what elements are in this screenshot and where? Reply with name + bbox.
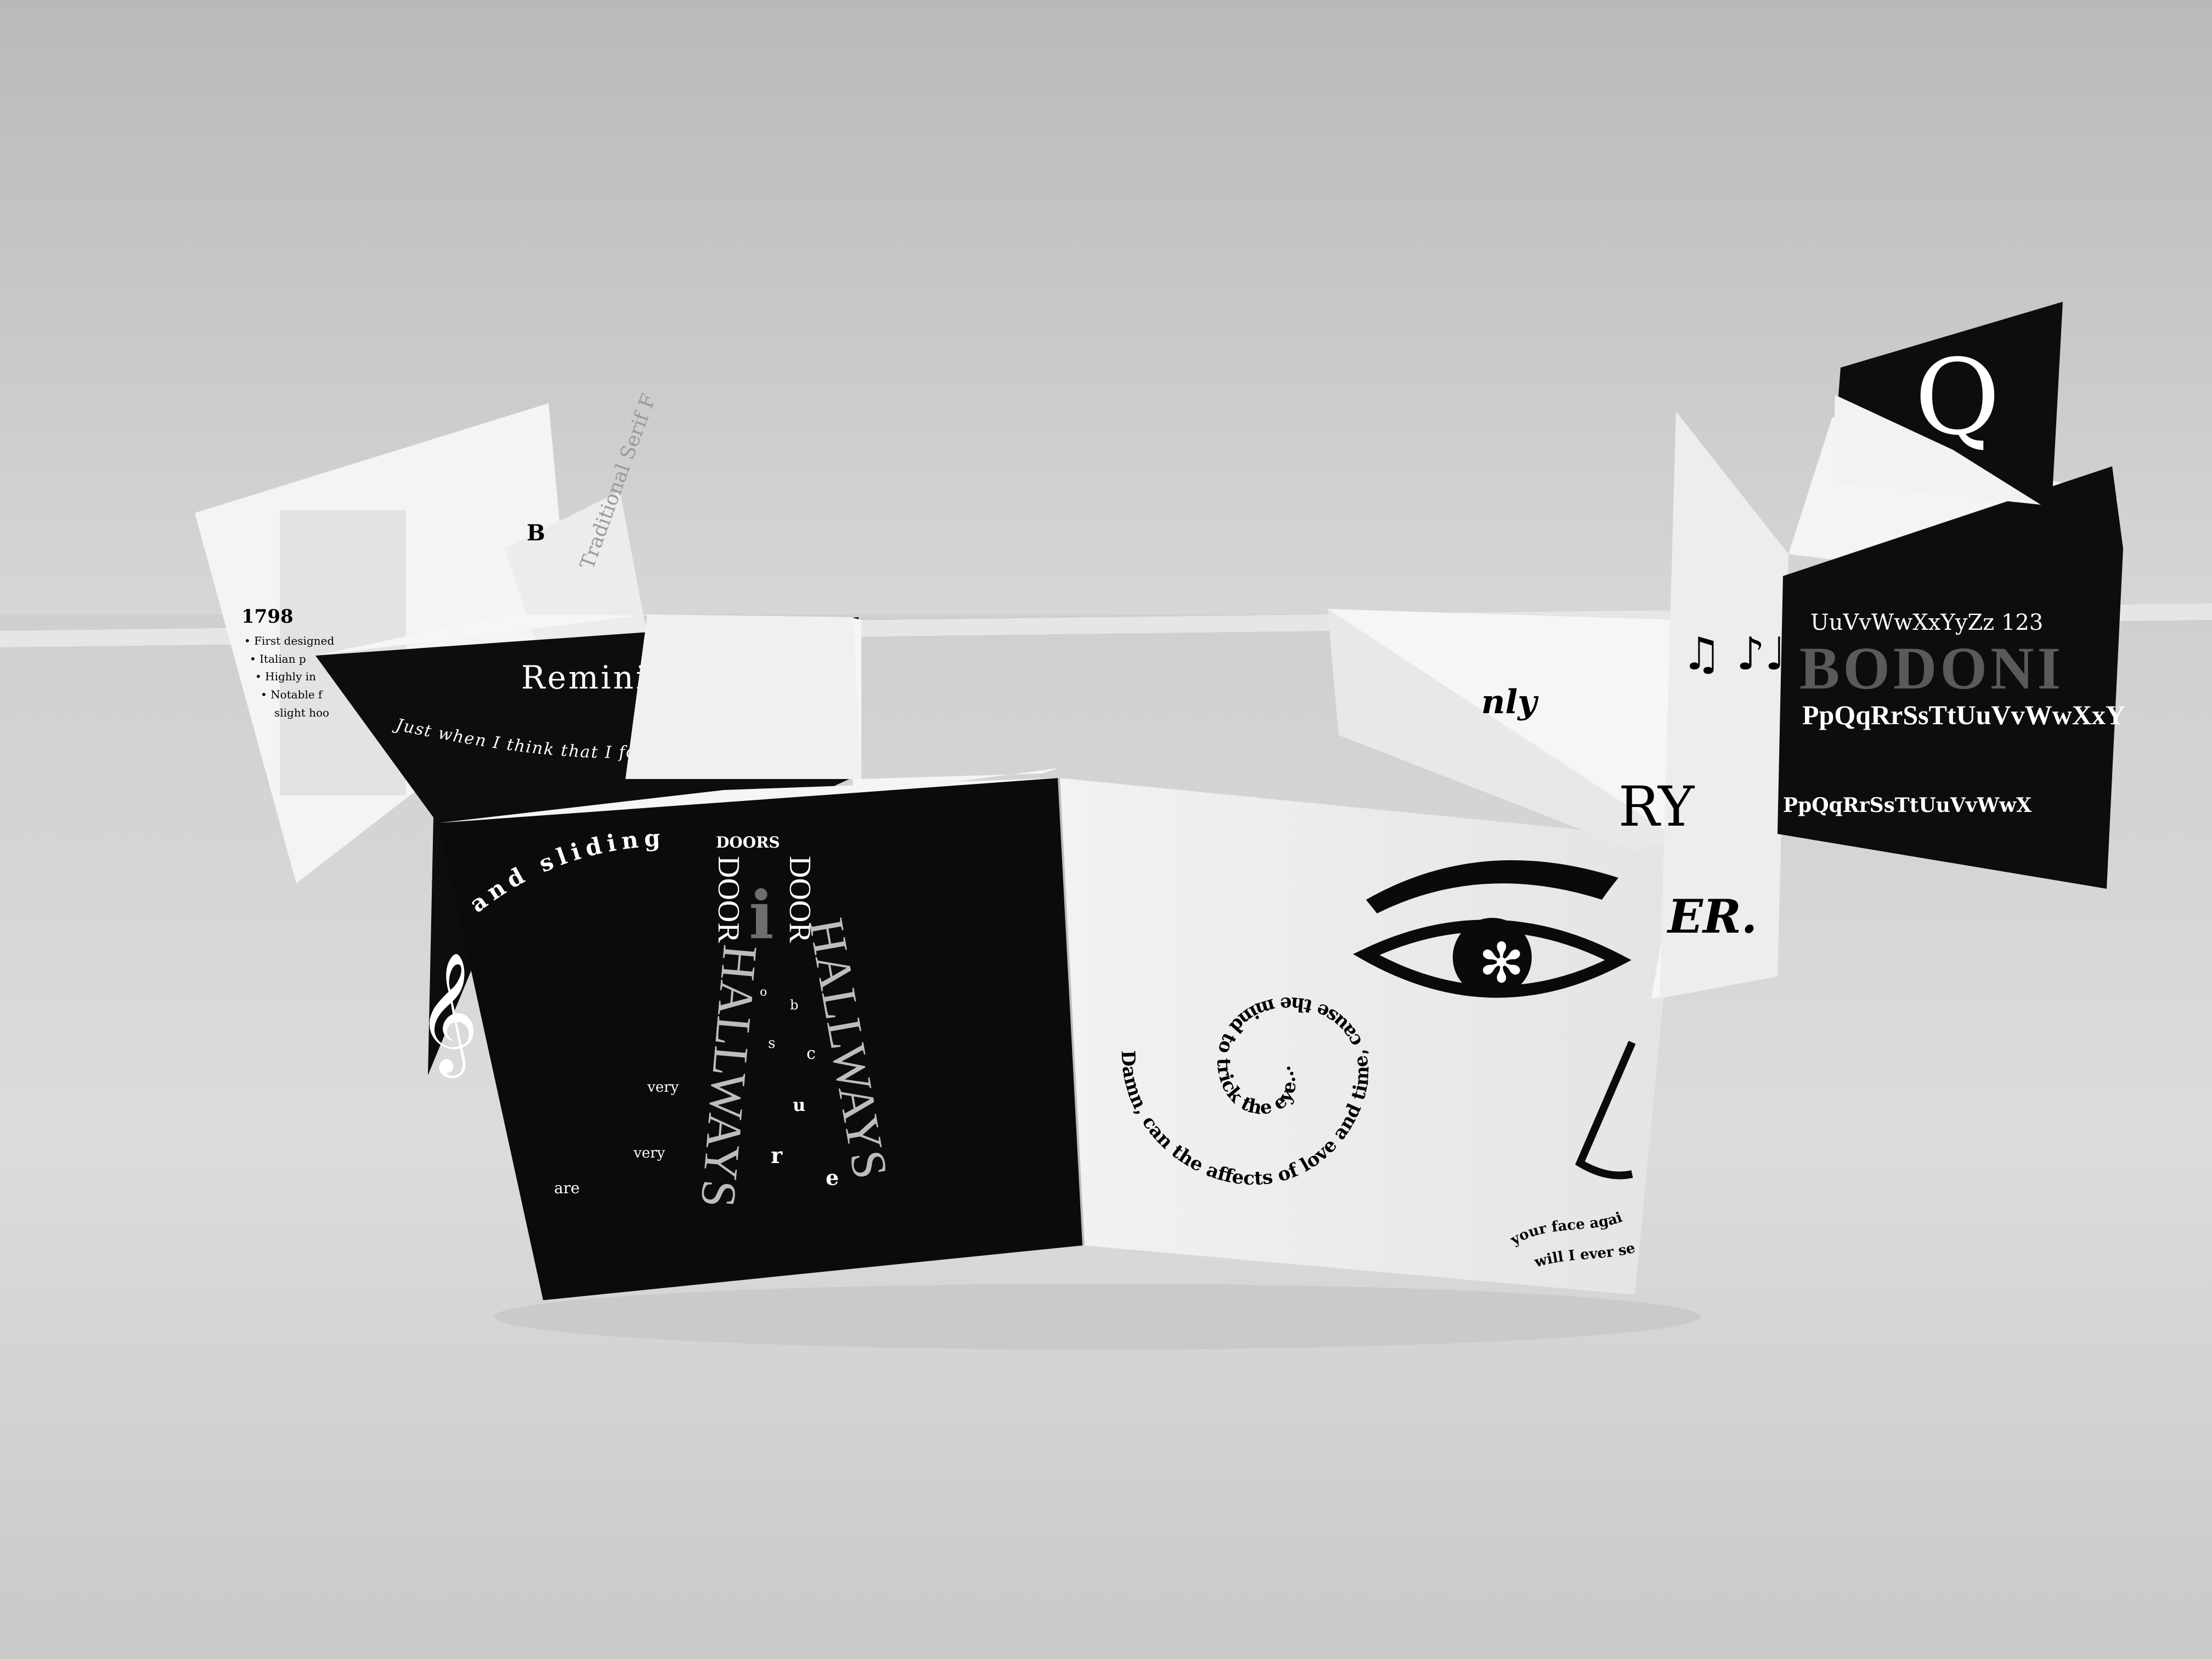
scattered-letter: b bbox=[790, 997, 798, 1013]
are-word: are bbox=[554, 1179, 580, 1197]
door-column-left: DOOR bbox=[712, 856, 746, 943]
treble-clef-icon: 𝄞 bbox=[417, 951, 478, 1078]
music-partial-mid: RY bbox=[1618, 775, 1695, 839]
far-left-partial-letter: B bbox=[527, 520, 545, 546]
alphabet-row-2: PpQqRrSsTtUuVvWwXxY bbox=[1802, 699, 2125, 730]
far-right-letter: Q bbox=[1915, 337, 2000, 458]
far-left-bullet: • First designed bbox=[244, 634, 334, 647]
alphabet-row-3: PpQqRrSsTtUuVvWwX bbox=[1783, 794, 2032, 817]
center-letter: i bbox=[749, 877, 774, 954]
doors-label: DOORS bbox=[716, 833, 780, 851]
hallways-panel bbox=[439, 778, 1084, 1300]
scattered-letter: r bbox=[771, 1143, 783, 1169]
far-left-bullet: • Notable f bbox=[261, 688, 323, 701]
music-notes-icon: ♫ ♪♩ bbox=[1681, 628, 1786, 680]
brochure-shadow bbox=[494, 1284, 1701, 1350]
far-left-year: 1798 bbox=[241, 606, 294, 628]
photo-scene: 1798 • First designed • Italian p • High… bbox=[0, 0, 2212, 1659]
scattered-letter: e bbox=[826, 1165, 839, 1190]
far-left-bullet: • Highly in bbox=[255, 670, 316, 683]
far-left-bullet: • Italian p bbox=[250, 652, 306, 665]
scattered-letter: c bbox=[806, 1044, 816, 1063]
very-word-2: very bbox=[633, 1145, 665, 1161]
scattered-letter: s bbox=[768, 1035, 775, 1052]
alphabet-ghost-word: BODONI bbox=[1799, 635, 2064, 702]
far-left-bullet: slight hoo bbox=[274, 706, 329, 719]
alphabet-row-1: UuVvWwXxYyZz 123 bbox=[1810, 610, 2043, 635]
eye-pupil-asterisk-icon: ✻ bbox=[1479, 931, 1525, 995]
music-partial-bottom: ER. bbox=[1667, 889, 1757, 944]
scattered-letter: o bbox=[760, 985, 767, 999]
music-partial-top: nly bbox=[1481, 683, 1539, 721]
center-fold-panel bbox=[625, 614, 861, 779]
scattered-letter: u bbox=[793, 1094, 805, 1115]
very-word-1: very bbox=[647, 1079, 679, 1096]
